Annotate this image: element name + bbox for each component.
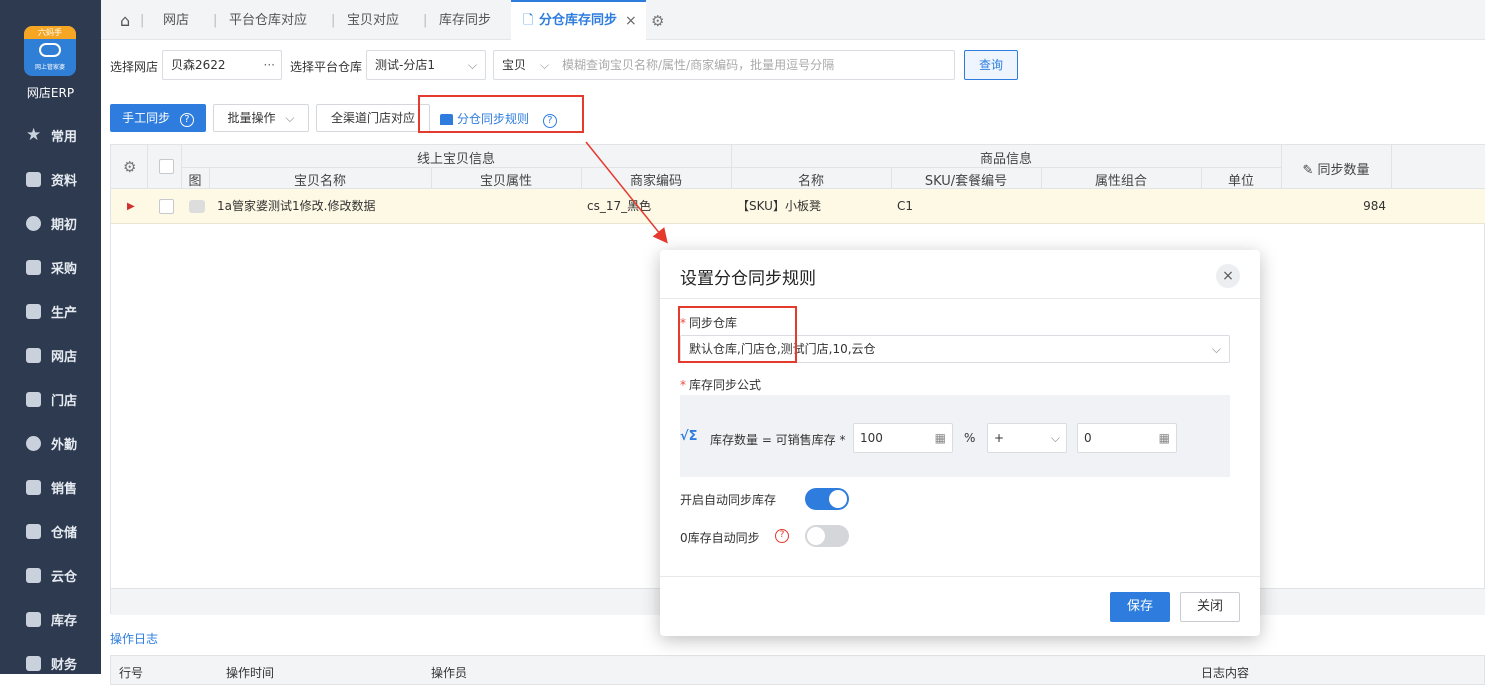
auto-sync-label: 开启自动同步库存 [680, 493, 777, 507]
addend-value: 0 [1084, 431, 1092, 445]
save-button[interactable]: 保存 [1110, 592, 1170, 622]
zero-sync-toggle[interactable] [805, 525, 849, 547]
formula-field-label: * 库存同步公式 [680, 376, 761, 393]
calculator-icon[interactable]: ▦ [935, 424, 946, 452]
auto-sync-toggle[interactable] [805, 488, 849, 510]
sync-rule-dialog: 设置分仓同步规则 × * 同步仓库 默认仓库,门店仓,测试门店,10,云仓 ⌵ *… [660, 250, 1260, 636]
formula-text: 库存数量 = 可销售库存 * [710, 433, 846, 447]
formula-field-text: 库存同步公式 [689, 378, 762, 392]
chevron-down-icon: ⌵ [1050, 431, 1060, 445]
operator-value: + [994, 431, 1005, 445]
formula-box: √Σ 库存数量 = 可销售库存 * 100 ▦ % + ⌵ 0 ▦ [680, 395, 1230, 477]
chevron-down-icon: ⌵ [1211, 342, 1221, 356]
toggle-knob [829, 490, 847, 508]
percent-sign: % [964, 431, 976, 445]
calculator-icon[interactable]: ▦ [1159, 424, 1170, 452]
dialog-divider [660, 298, 1260, 299]
cancel-button[interactable]: 关闭 [1180, 592, 1240, 622]
percent-value: 100 [860, 431, 883, 445]
addend-input[interactable]: 0 ▦ [1077, 423, 1177, 453]
dialog-title: 设置分仓同步规则 [680, 269, 816, 289]
percent-input[interactable]: 100 ▦ [853, 423, 953, 453]
close-icon[interactable]: × [1216, 264, 1240, 288]
help-icon[interactable]: ? [775, 529, 789, 543]
highlight-box-warehouse [678, 306, 797, 363]
operator-select[interactable]: + ⌵ [987, 423, 1067, 453]
toggle-knob [807, 527, 825, 545]
zero-sync-label: 0库存自动同步 [680, 531, 760, 545]
dialog-divider [660, 576, 1260, 577]
required-mark: * [680, 378, 686, 392]
formula-icon: √Σ [680, 429, 698, 444]
